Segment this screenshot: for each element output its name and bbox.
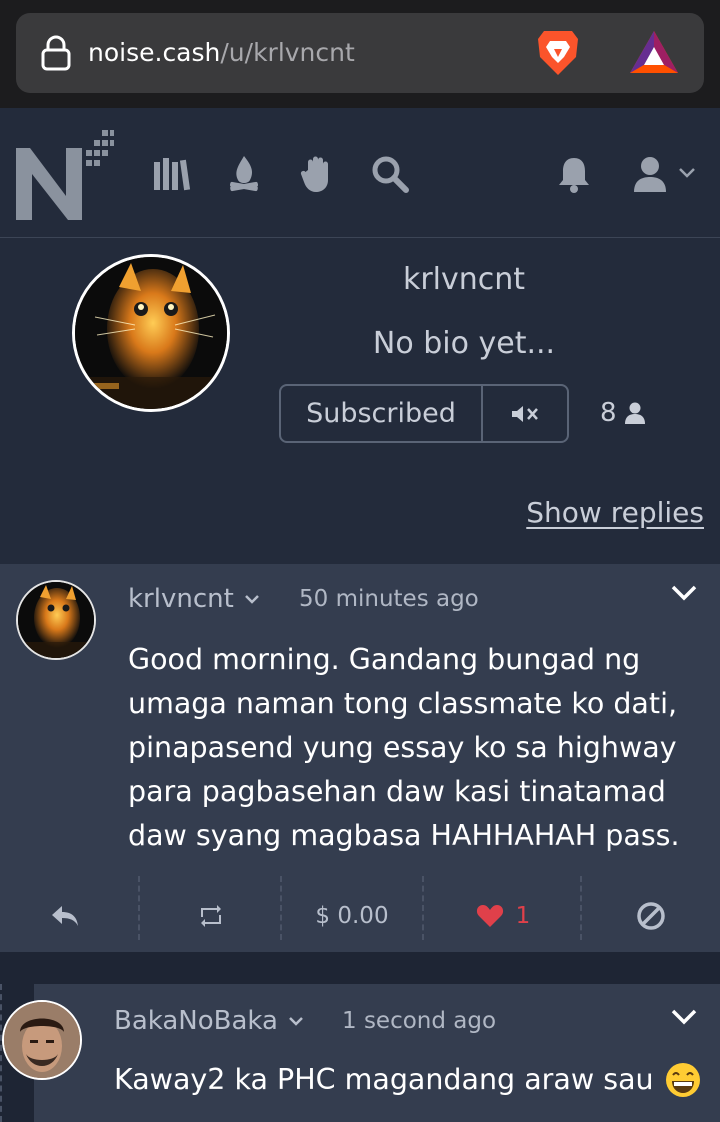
- noise-logo[interactable]: [14, 124, 114, 224]
- post-timestamp[interactable]: 50 minutes ago: [299, 586, 479, 612]
- repost-icon: [201, 905, 221, 927]
- reply-icon: [52, 906, 78, 926]
- person-avatar-image: [4, 1002, 80, 1078]
- thread-gap: [0, 952, 720, 984]
- profile-bio: No bio yet...: [372, 326, 556, 361]
- post-actions: $ 0.00 1: [0, 876, 720, 952]
- browser-toolbar: noise.cash/u/krlvncnt: [0, 0, 720, 108]
- subscribe-group: Subscribed: [279, 384, 569, 443]
- post-body: Good morning. Gandang bungad ng umaga na…: [128, 643, 680, 852]
- chevron-down-icon[interactable]: [678, 166, 696, 180]
- mute-icon: [512, 405, 538, 422]
- url-host: noise.cash: [88, 38, 221, 67]
- address-bar[interactable]: noise.cash/u/krlvncnt: [16, 13, 704, 93]
- library-icon[interactable]: [152, 154, 192, 194]
- action-divider: [280, 876, 282, 940]
- bell-icon[interactable]: [554, 154, 594, 194]
- subscribed-button[interactable]: Subscribed: [281, 386, 483, 441]
- action-divider: [580, 876, 582, 940]
- url-text: noise.cash/u/krlvncnt: [88, 35, 355, 71]
- reply-timestamp[interactable]: 1 second ago: [342, 1008, 496, 1034]
- grinning-face-icon: [665, 1063, 700, 1097]
- url-path: /u/krlvncnt: [220, 38, 355, 67]
- post-author[interactable]: krlvncnt: [128, 584, 260, 614]
- heart-icon: [476, 905, 503, 927]
- profile-header: krlvncnt No bio yet... Subscribed 8 Show…: [0, 238, 720, 564]
- reply-button[interactable]: [30, 880, 100, 952]
- bat-icon[interactable]: [628, 29, 680, 77]
- reply-card: BakaNoBaka 1 second ago Kaway2 ka PHC ma…: [34, 984, 720, 1122]
- mute-button[interactable]: [483, 386, 567, 441]
- repost-button[interactable]: [176, 880, 246, 952]
- post-menu-chevron-icon[interactable]: [670, 582, 698, 604]
- cat-avatar-image: [75, 257, 227, 409]
- campfire-icon[interactable]: [224, 154, 264, 194]
- brave-icon[interactable]: [534, 27, 582, 79]
- app-navbar: [0, 108, 720, 238]
- reply-author[interactable]: BakaNoBaka: [114, 1006, 304, 1036]
- profile-username: krlvncnt: [402, 262, 526, 297]
- post-card: krlvncnt 50 minutes ago Good morning. Ga…: [0, 564, 720, 952]
- action-divider: [138, 876, 140, 940]
- reply-text: Kaway2 ka PHC magandang araw sau: [114, 1063, 654, 1096]
- user-icon: [624, 402, 645, 424]
- reply-author-name: BakaNoBaka: [114, 1006, 278, 1036]
- like-button[interactable]: 1: [448, 880, 558, 952]
- reply-avatar[interactable]: [2, 1000, 82, 1080]
- subscriber-count: 8: [600, 398, 647, 428]
- user-icon[interactable]: [630, 154, 670, 194]
- chevron-down-icon: [244, 595, 259, 604]
- cat-avatar-image: [18, 582, 94, 658]
- ban-icon: [637, 902, 665, 930]
- like-count: 1: [515, 903, 531, 929]
- tip-button[interactable]: $ 0.00: [296, 880, 408, 952]
- hand-icon[interactable]: [298, 154, 338, 194]
- chevron-down-icon: [289, 1017, 303, 1026]
- reply-body: Kaway2 ka PHC magandang araw sau: [114, 1058, 702, 1102]
- action-divider: [422, 876, 424, 940]
- reply-menu-chevron-icon[interactable]: [670, 1006, 698, 1028]
- avatar: [72, 254, 230, 412]
- lock-icon: [41, 35, 71, 71]
- post-author-name: krlvncnt: [128, 584, 234, 614]
- tip-amount: $ 0.00: [315, 903, 389, 929]
- subscriber-count-value: 8: [600, 398, 617, 428]
- show-replies-link[interactable]: Show replies: [526, 496, 704, 529]
- block-button[interactable]: [614, 880, 688, 952]
- post-avatar[interactable]: [16, 580, 96, 660]
- search-icon[interactable]: [370, 154, 410, 194]
